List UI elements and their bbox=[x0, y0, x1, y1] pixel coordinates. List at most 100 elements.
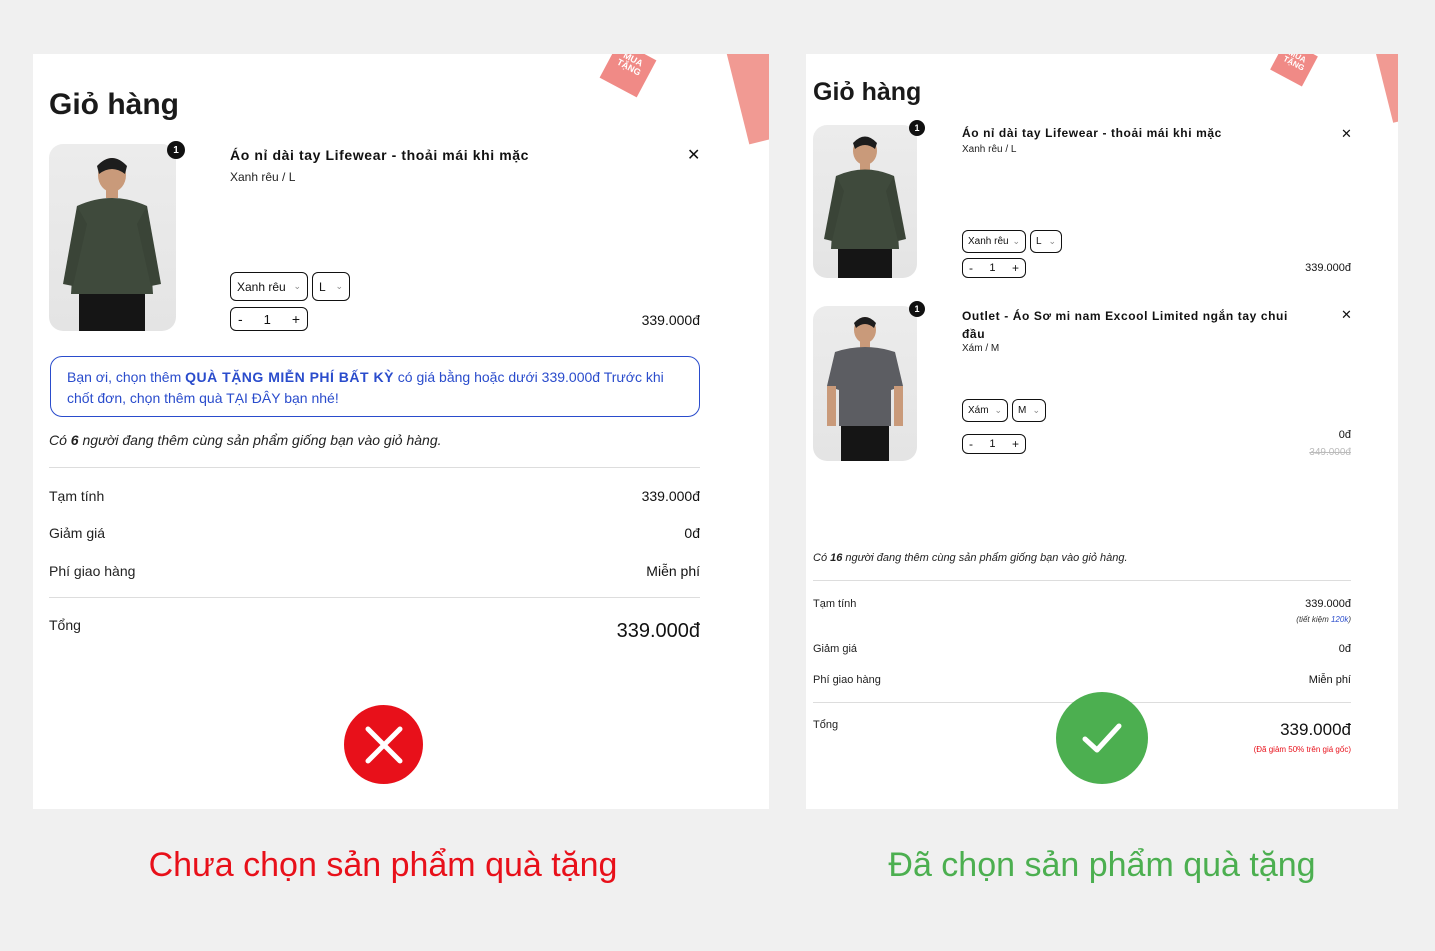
chevron-down-icon: ⌄ bbox=[1032, 405, 1040, 415]
social-proof-prefix: Có bbox=[49, 432, 71, 448]
gift-notice-prefix: Bạn ơi, chọn thêm bbox=[67, 369, 186, 385]
chevron-down-icon: ⌄ bbox=[994, 405, 1002, 415]
product-name-line-1: Outlet - Áo Sơ mi nam Excool Limited ngắ… bbox=[962, 309, 1288, 323]
color-select-value: Xanh rêu bbox=[968, 236, 1009, 247]
total-label: Tổng bbox=[813, 719, 839, 731]
subtotal-value: 339.000đ bbox=[641, 488, 700, 504]
cart-panel-after: MUA TẶNG Giỏ hàng 1 Áo nỉ dài tay Lifewea… bbox=[806, 54, 1398, 809]
subtotal-value: 339.000đ bbox=[1305, 598, 1351, 610]
increment-button[interactable]: + bbox=[292, 312, 300, 326]
product-name[interactable]: Outlet - Áo Sơ mi nam Excool Limited ngắ… bbox=[962, 307, 1288, 343]
product-image[interactable] bbox=[813, 306, 917, 461]
remove-item-button[interactable]: ✕ bbox=[1341, 127, 1352, 140]
gift-notice[interactable]: Bạn ơi, chọn thêm QUÀ TẶNG MIỄN PHÍ BẤT … bbox=[50, 356, 700, 417]
chevron-down-icon: ⌄ bbox=[293, 281, 301, 291]
product-name-line-2: đầu bbox=[962, 327, 986, 341]
color-select-value: Xám bbox=[968, 405, 989, 416]
sweater-model-illustration bbox=[824, 136, 906, 278]
social-proof-count: 16 bbox=[830, 552, 843, 564]
decrement-button[interactable]: - bbox=[969, 262, 973, 274]
quantity-value: 1 bbox=[989, 437, 996, 450]
quantity-badge: 1 bbox=[909, 301, 925, 317]
size-select-value: M bbox=[1018, 405, 1027, 416]
decrement-button[interactable]: - bbox=[969, 438, 973, 450]
product-name[interactable]: Áo nỉ dài tay Lifewear - thoải mái khi m… bbox=[962, 126, 1222, 140]
product-price: 339.000đ bbox=[1305, 262, 1351, 274]
caption-before: Chưa chọn sản phẩm quà tặng bbox=[148, 846, 618, 884]
cart-title: Giỏ hàng bbox=[49, 88, 179, 121]
savings-amount: 120k bbox=[1330, 615, 1349, 624]
subtotal-label: Tạm tính bbox=[813, 598, 857, 610]
quantity-badge: 1 bbox=[167, 141, 185, 159]
gift-notice-highlight: QUÀ TẶNG MIỄN PHÍ BẤT KỲ bbox=[185, 369, 394, 385]
product-variant: Xanh rêu / L bbox=[230, 170, 296, 184]
product-image[interactable] bbox=[49, 144, 176, 331]
total-discount-note: (Đã giảm 50% trên giá gốc) bbox=[1253, 745, 1351, 754]
quantity-stepper[interactable]: - 1 + bbox=[962, 258, 1026, 278]
promo-tag-decoration-large bbox=[726, 54, 769, 145]
total-label: Tổng bbox=[49, 617, 81, 633]
size-select-value: L bbox=[319, 279, 326, 294]
discount-label: Giảm giá bbox=[813, 643, 858, 655]
total-value: 339.000đ bbox=[616, 620, 700, 642]
product-price: 0đ bbox=[1338, 429, 1351, 441]
shipping-label: Phí giao hàng bbox=[813, 674, 881, 686]
original-price: 349.000đ bbox=[1309, 447, 1351, 458]
size-select[interactable]: M ⌄ bbox=[1012, 399, 1046, 422]
decrement-button[interactable]: - bbox=[238, 312, 243, 326]
shipping-label: Phí giao hàng bbox=[49, 563, 136, 579]
size-select[interactable]: L ⌄ bbox=[312, 272, 350, 301]
shipping-value: Miễn phí bbox=[646, 563, 700, 579]
discount-value: 0đ bbox=[1338, 643, 1351, 655]
promo-tag-decoration-large bbox=[1375, 54, 1398, 123]
remove-item-button[interactable]: ✕ bbox=[687, 148, 700, 164]
discount-label: Giảm giá bbox=[49, 525, 106, 541]
savings-suffix: ) bbox=[1348, 615, 1351, 624]
product-name[interactable]: Áo nỉ dài tay Lifewear - thoải mái khi m… bbox=[230, 147, 529, 163]
x-icon bbox=[344, 705, 423, 784]
increment-button[interactable]: + bbox=[1012, 438, 1019, 450]
savings-note: (tiết kiệm 120k) bbox=[1296, 615, 1351, 624]
chevron-down-icon: ⌄ bbox=[1012, 236, 1020, 246]
divider bbox=[49, 467, 700, 468]
product-variant: Xanh rêu / L bbox=[962, 144, 1017, 155]
social-proof-text: Có 6 người đang thêm cùng sản phẩm giống… bbox=[49, 432, 442, 448]
quantity-stepper[interactable]: - 1 + bbox=[230, 307, 308, 331]
cart-panel-before: MUA TẶNG Giỏ hàng 1 Áo nỉ dài tay Lifewea… bbox=[33, 54, 769, 809]
size-select-value: L bbox=[1036, 236, 1042, 247]
product-variant: Xám / M bbox=[962, 343, 1000, 354]
increment-button[interactable]: + bbox=[1012, 262, 1019, 274]
color-select[interactable]: Xám ⌄ bbox=[962, 399, 1008, 422]
sweater-model-illustration bbox=[63, 158, 161, 331]
social-proof-count: 6 bbox=[70, 432, 79, 448]
caption-after: Đã chọn sản phẩm quà tặng bbox=[888, 846, 1316, 884]
quantity-value: 1 bbox=[263, 311, 271, 327]
savings-prefix: (tiết kiệm bbox=[1296, 615, 1331, 624]
color-select-value: Xanh rêu bbox=[237, 279, 286, 294]
chevron-down-icon: ⌄ bbox=[335, 281, 343, 291]
quantity-badge: 1 bbox=[909, 120, 925, 136]
promo-tag-decoration: MUA TẶNG bbox=[599, 54, 657, 98]
cart-title: Giỏ hàng bbox=[813, 78, 922, 106]
color-select[interactable]: Xanh rêu ⌄ bbox=[962, 230, 1026, 253]
social-proof-suffix: người đang thêm cùng sản phẩm giống bạn … bbox=[78, 432, 442, 448]
product-image[interactable] bbox=[813, 125, 917, 278]
color-select[interactable]: Xanh rêu ⌄ bbox=[230, 272, 308, 301]
subtotal-label: Tạm tính bbox=[49, 488, 105, 504]
discount-value: 0đ bbox=[684, 525, 700, 541]
social-proof-suffix: người đang thêm cùng sản phẩm giống bạn … bbox=[842, 552, 1128, 564]
product-price: 339.000đ bbox=[641, 312, 700, 328]
total-value: 339.000đ bbox=[1280, 720, 1351, 739]
shirt-model-illustration bbox=[827, 317, 903, 461]
social-proof-text: Có 16 người đang thêm cùng sản phẩm giốn… bbox=[813, 552, 1128, 564]
social-proof-prefix: Có bbox=[813, 552, 831, 564]
divider bbox=[813, 580, 1351, 581]
quantity-stepper[interactable]: - 1 + bbox=[962, 434, 1026, 454]
shipping-value: Miễn phí bbox=[1308, 674, 1351, 686]
chevron-down-icon: ⌄ bbox=[1048, 236, 1056, 246]
remove-item-button[interactable]: ✕ bbox=[1341, 308, 1352, 321]
divider bbox=[49, 597, 700, 598]
quantity-value: 1 bbox=[989, 261, 996, 274]
size-select[interactable]: L ⌄ bbox=[1030, 230, 1062, 253]
promo-tag-decoration: MUA TẶNG bbox=[1270, 54, 1318, 87]
